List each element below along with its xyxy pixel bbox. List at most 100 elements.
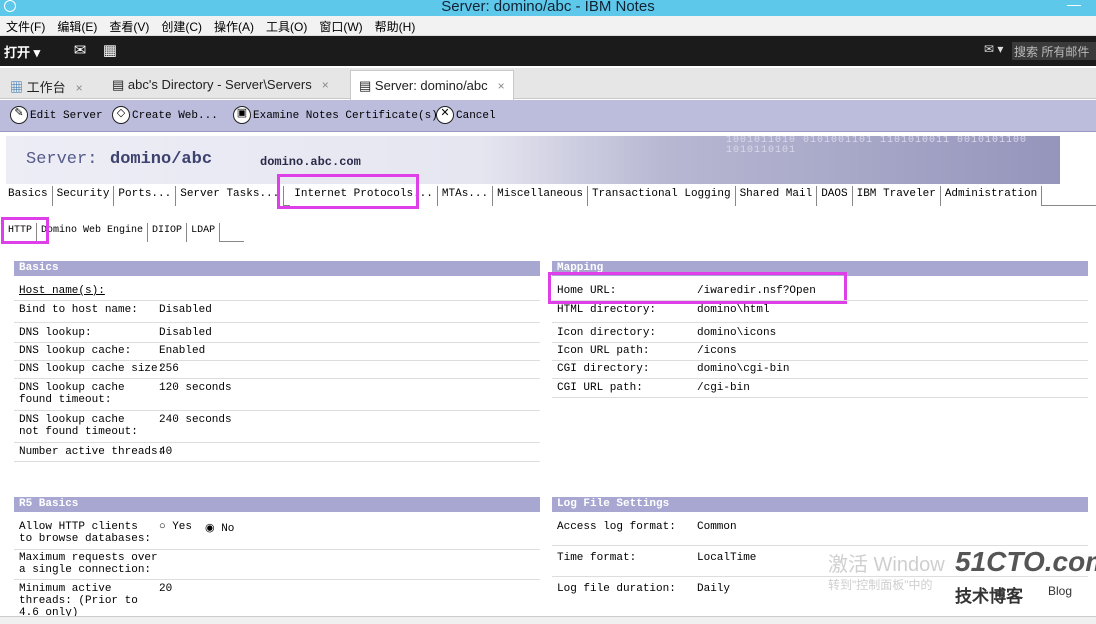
close-icon[interactable]: × — [76, 81, 83, 95]
field-label: Icon URL path: — [557, 345, 650, 357]
tab-daos[interactable]: DAOS — [817, 186, 853, 206]
section-basics: Basics — [14, 261, 540, 276]
edit-server-button[interactable]: ✎ Edit Server — [10, 106, 103, 126]
field-label: DNS lookup cache size: — [19, 363, 165, 375]
server-name: domino/abc — [110, 150, 213, 169]
tab-server-tasks[interactable]: Server Tasks... — [176, 186, 285, 206]
cancel-icon: ✕ — [436, 106, 454, 125]
close-icon[interactable]: × — [498, 79, 505, 93]
radio-no-label: No — [221, 523, 235, 535]
main-tab-row: Basics Security Ports... Server Tasks...… — [4, 186, 1096, 206]
field-label: DNS lookup cache: — [19, 345, 132, 357]
site-logo: 51CTO.com — [955, 546, 1096, 577]
field-label: CGI URL path: — [557, 382, 643, 394]
radio-no[interactable]: ◉ No — [205, 521, 234, 535]
field-value: 240 seconds — [159, 414, 232, 426]
window-title: Server: domino/abc - IBM Notes — [441, 0, 655, 15]
tab-domino-web-engine[interactable]: Domino Web Engine — [37, 223, 149, 242]
host-names-label: Host name(s): — [19, 285, 105, 297]
mail-dropdown-icon[interactable]: ✉ ▾ — [984, 42, 1003, 56]
field-label: Time format: — [557, 552, 637, 564]
menu-edit[interactable]: 编辑(E) — [51, 16, 103, 35]
toolbar: 打开 ▾ ✉ ▦ ✉ ▾ 搜索 所有邮件 — [0, 36, 1096, 66]
menu-help[interactable]: 帮助(H) — [369, 16, 422, 35]
field-label: DNS lookup cache not found timeout: — [19, 414, 138, 438]
menu-tools[interactable]: 工具(O) — [260, 16, 313, 35]
tab-administration[interactable]: Administration — [940, 186, 1043, 206]
action-label: Edit Server — [30, 110, 103, 122]
field-label: Allow HTTP clients to browse databases: — [19, 521, 152, 545]
field-label: Log file duration: — [557, 583, 676, 595]
web-icon: ◇ — [112, 106, 130, 125]
create-web-button[interactable]: ◇ Create Web... — [112, 106, 218, 126]
mail-icon[interactable]: ✉ — [68, 41, 92, 61]
menu-file[interactable]: 文件(F) — [0, 16, 51, 35]
field-value: 40 — [159, 446, 173, 458]
tab-directory[interactable]: ▤ abc's Directory - Server\Servers × — [104, 70, 337, 99]
banner-bits: 1001011010 0101001101 1101010011 0010101… — [726, 136, 1028, 156]
menu-window[interactable]: 窗口(W) — [313, 16, 368, 35]
tab-mtas[interactable]: MTAs... — [437, 186, 494, 206]
tab-ibm-traveler[interactable]: IBM Traveler — [852, 186, 941, 206]
banner-graphic: 1001011010 0101001101 1101010011 0010101… — [726, 136, 1056, 184]
field-value: domino\cgi-bin — [697, 363, 790, 375]
radio-yes[interactable]: ○ Yes — [159, 521, 192, 533]
action-label: Create Web... — [132, 110, 218, 122]
server-host: domino.abc.com — [260, 155, 361, 169]
section-r5-basics: R5 Basics — [14, 497, 540, 512]
minimize-icon[interactable]: — — [1058, 0, 1090, 16]
field-label: Maximum requests over a single connectio… — [19, 552, 158, 576]
field-label: HTML directory: — [557, 304, 657, 316]
field-value: 256 — [159, 363, 179, 375]
tab-ldap[interactable]: LDAP — [187, 223, 221, 242]
tab-shared-mail[interactable]: Shared Mail — [735, 186, 818, 206]
field-value: domino\icons — [697, 327, 777, 339]
field-value: Disabled — [159, 304, 212, 316]
server-banner: 1001011010 0101001101 1101010011 0010101… — [6, 136, 1060, 184]
menu-view[interactable]: 查看(V) — [103, 16, 155, 35]
highlight-http — [1, 217, 49, 244]
tab-miscellaneous[interactable]: Miscellaneous — [493, 186, 588, 206]
tab-ports[interactable]: Ports... — [114, 186, 177, 206]
close-icon[interactable]: × — [322, 78, 329, 92]
examine-certificate-button[interactable]: ▣ Examine Notes Certificate(s) — [233, 106, 438, 126]
document-icon: ▤ — [112, 77, 125, 92]
tab-transactional-logging[interactable]: Transactional Logging — [587, 186, 736, 206]
calendar-icon[interactable]: ▦ — [98, 41, 122, 61]
activation-watermark-sub: 转到"控制面板"中的 — [828, 578, 933, 592]
tab-diiop[interactable]: DIIOP — [148, 223, 188, 242]
tab-workspace[interactable]: ▦ 工作台 × — [2, 70, 91, 99]
window-tab-strip: ▦ 工作台 × ▤ abc's Directory - Server\Server… — [0, 68, 1096, 100]
action-bar: ✎ Edit Server ◇ Create Web... ▣ Examine Not… — [0, 100, 1096, 132]
cancel-button[interactable]: ✕ Cancel — [436, 106, 496, 126]
menu-create[interactable]: 创建(C) — [155, 16, 208, 35]
menu-actions[interactable]: 操作(A) — [208, 16, 260, 35]
field-label: Minimum active threads: (Prior to 4.6 on… — [19, 583, 138, 619]
grid-icon: ▦ — [10, 80, 24, 95]
action-label: Cancel — [456, 110, 496, 122]
status-bar — [0, 616, 1096, 624]
certificate-icon: ▣ — [233, 106, 251, 125]
field-label: DNS lookup cache found timeout: — [19, 382, 125, 406]
tab-basics[interactable]: Basics — [4, 186, 53, 206]
open-button[interactable]: 打开 ▾ — [4, 42, 40, 61]
field-value: /icons — [697, 345, 737, 357]
site-logo-blog: Blog — [1048, 584, 1073, 598]
activation-watermark: 激活 Window — [828, 554, 945, 576]
field-value: /cgi-bin — [697, 382, 750, 394]
document-icon: ▤ — [359, 78, 372, 93]
field-label: Icon directory: — [557, 327, 657, 339]
field-value: 120 seconds — [159, 382, 232, 394]
site-logo-sub: 技术博客 — [955, 587, 1023, 606]
search-input[interactable]: 搜索 所有邮件 — [1012, 42, 1096, 60]
radio-yes-label: Yes — [172, 521, 193, 533]
field-label: CGI directory: — [557, 363, 650, 375]
open-label: 打开 — [4, 45, 31, 60]
tab-server[interactable]: ▤ Server: domino/abc × — [350, 70, 514, 100]
menu-bar: 文件(F) 编辑(E) 查看(V) 创建(C) 操作(A) 工具(O) 窗口(W) 帮助(H) — [0, 16, 1096, 36]
field-label: Bind to host name: — [19, 304, 138, 316]
field-label: Access log format: — [557, 521, 676, 533]
banner-label: Server: — [26, 150, 98, 169]
field-value: 20 — [159, 583, 173, 595]
tab-security[interactable]: Security — [52, 186, 115, 206]
